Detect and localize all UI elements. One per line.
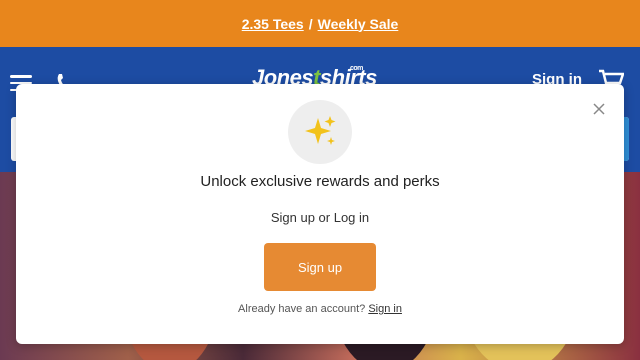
promo-link-tees[interactable]: 2.35 Tees bbox=[242, 16, 304, 32]
already-account-line: Already have an account? Sign in bbox=[16, 303, 624, 315]
modal-title: Unlock exclusive rewards and perks bbox=[200, 173, 440, 190]
modal-signin-link[interactable]: Sign in bbox=[368, 303, 402, 315]
already-account-text: Already have an account? bbox=[238, 303, 366, 315]
modal-subtitle: Sign up or Log in bbox=[270, 210, 370, 225]
close-icon[interactable] bbox=[592, 102, 606, 116]
promo-link-weekly-sale[interactable]: Weekly Sale bbox=[318, 16, 399, 32]
rewards-modal: Unlock exclusive rewards and perks Sign … bbox=[16, 84, 624, 344]
promo-bar: 2.35 Tees / Weekly Sale bbox=[0, 0, 640, 47]
signup-button[interactable]: Sign up bbox=[264, 243, 376, 291]
promo-separator: / bbox=[308, 15, 313, 32]
sparkles-icon bbox=[288, 100, 352, 164]
